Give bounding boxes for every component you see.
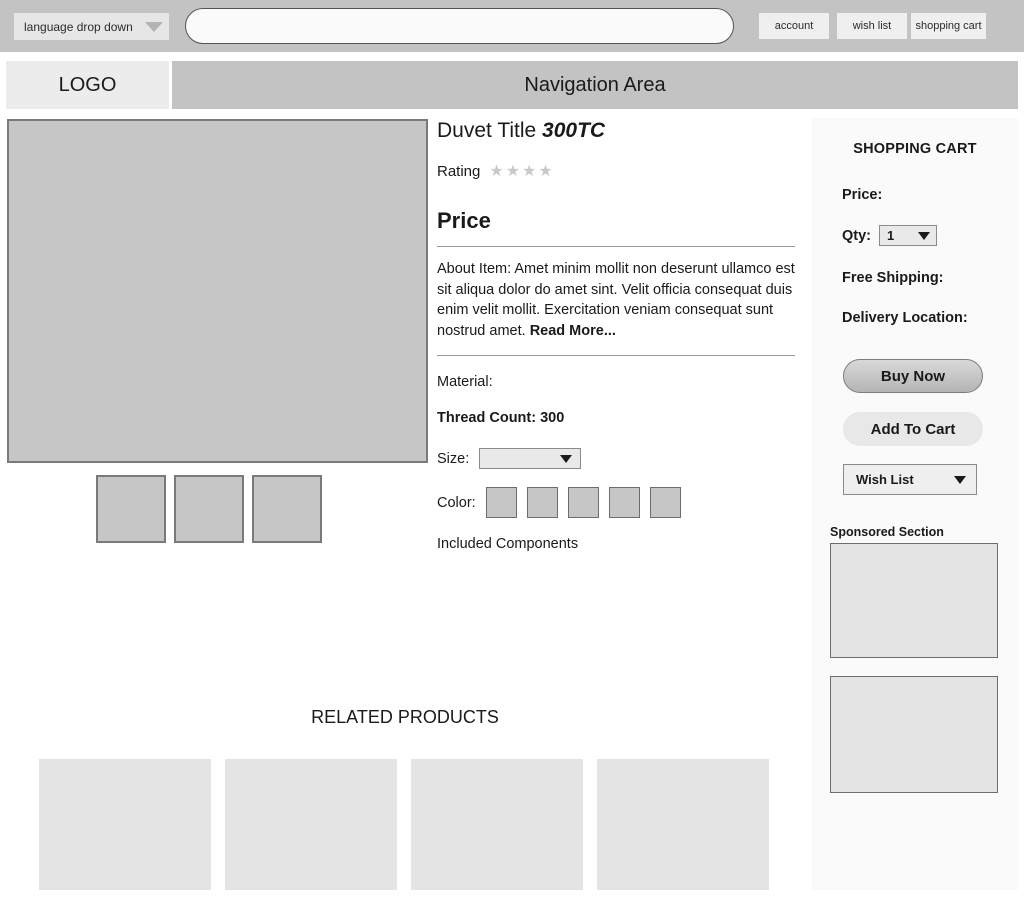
related-product-1[interactable] [39, 759, 211, 890]
sponsored-ad-1[interactable] [830, 543, 998, 658]
rating-stars-icon[interactable]: ★★★★ [489, 163, 554, 180]
logo-label: LOGO [58, 73, 117, 96]
thumbnail-strip [96, 475, 322, 543]
top-utility-bar: language drop down account wish list sho… [0, 0, 1024, 52]
search-input[interactable] [186, 9, 733, 43]
color-row: Color: [437, 487, 795, 519]
color-swatch-1[interactable] [485, 487, 517, 519]
product-title-prefix: Duvet Title [437, 119, 543, 142]
divider-below-description [437, 355, 795, 357]
caret-down-icon [954, 475, 966, 484]
account-button-label: account [774, 20, 814, 32]
thumbnail-1[interactable] [96, 475, 166, 543]
size-row: Size: [437, 448, 795, 470]
qty-row: Qty: 1 [812, 225, 1018, 246]
caret-down-icon [918, 231, 930, 240]
language-dropdown[interactable]: language drop down [14, 13, 169, 40]
product-detail-wireframe: language drop down account wish list sho… [0, 0, 1024, 906]
navigation-area[interactable]: Navigation Area [172, 61, 1018, 109]
logo[interactable]: LOGO [6, 61, 169, 109]
wish-list-button[interactable]: wish list [837, 13, 907, 39]
price-label: Price: [842, 187, 883, 203]
product-description-text: About Item: Amet minim mollit non deseru… [437, 261, 795, 339]
shopping-cart-panel: SHOPPING CART Price: Qty: 1 Free Shippin… [812, 118, 1018, 890]
product-title: Duvet Title 300TC [437, 119, 795, 143]
product-detail-column: Duvet Title 300TC Rating ★★★★ Price Abou… [437, 119, 795, 567]
related-product-4[interactable] [597, 759, 769, 890]
sponsored-ad-2[interactable] [830, 676, 998, 793]
delivery-location-label: Delivery Location: [842, 310, 968, 326]
product-title-emphasis: 300TC [542, 119, 606, 142]
shopping-cart-button[interactable]: shopping cart [911, 13, 986, 39]
buy-now-button-label: Buy Now [880, 367, 946, 385]
rating-row: Rating ★★★★ [437, 163, 795, 180]
navigation-area-label: Navigation Area [524, 73, 666, 96]
wish-list-button-label: wish list [852, 20, 892, 32]
related-product-2[interactable] [225, 759, 397, 890]
account-button[interactable]: account [759, 13, 829, 39]
read-more-link[interactable]: Read More... [530, 323, 616, 339]
price-heading: Price [437, 208, 491, 233]
qty-select[interactable]: 1 [879, 225, 937, 246]
shopping-cart-heading: SHOPPING CART [853, 141, 977, 157]
wish-list-select[interactable]: Wish List [843, 464, 977, 495]
size-label: Size: [437, 450, 470, 467]
material-label: Material: [437, 374, 493, 391]
color-label: Color: [437, 494, 476, 511]
rating-label: Rating [437, 163, 481, 180]
shopping-cart-button-label: shopping cart [915, 20, 982, 32]
add-to-cart-button[interactable]: Add To Cart [843, 412, 983, 446]
qty-label: Qty: [842, 227, 871, 244]
related-products-row [39, 759, 769, 890]
thread-count: Thread Count: 300 [437, 410, 565, 427]
product-description: About Item: Amet minim mollit non deseru… [437, 259, 795, 341]
thumbnail-3[interactable] [252, 475, 322, 543]
wish-list-select-label: Wish List [856, 472, 914, 487]
language-dropdown-label: language drop down [24, 19, 133, 34]
color-swatch-2[interactable] [526, 487, 558, 519]
divider-above-description [437, 246, 795, 247]
color-swatch-3[interactable] [567, 487, 599, 519]
search-bar[interactable] [185, 8, 734, 44]
buy-now-button[interactable]: Buy Now [843, 359, 983, 393]
color-swatch-4[interactable] [608, 487, 640, 519]
related-product-3[interactable] [411, 759, 583, 890]
free-shipping-label: Free Shipping: [842, 270, 944, 286]
thumbnail-2[interactable] [174, 475, 244, 543]
color-swatch-5[interactable] [649, 487, 681, 519]
size-select[interactable] [479, 448, 582, 470]
chevron-down-icon [145, 21, 163, 32]
related-products-heading: RELATED PRODUCTS [311, 707, 499, 727]
caret-down-icon [560, 454, 573, 463]
included-components-label: Included Components [437, 536, 579, 553]
sponsored-section-heading: Sponsored Section [830, 525, 944, 539]
product-main-image[interactable] [7, 119, 428, 463]
qty-value: 1 [887, 228, 895, 243]
add-to-cart-button-label: Add To Cart [870, 420, 956, 438]
